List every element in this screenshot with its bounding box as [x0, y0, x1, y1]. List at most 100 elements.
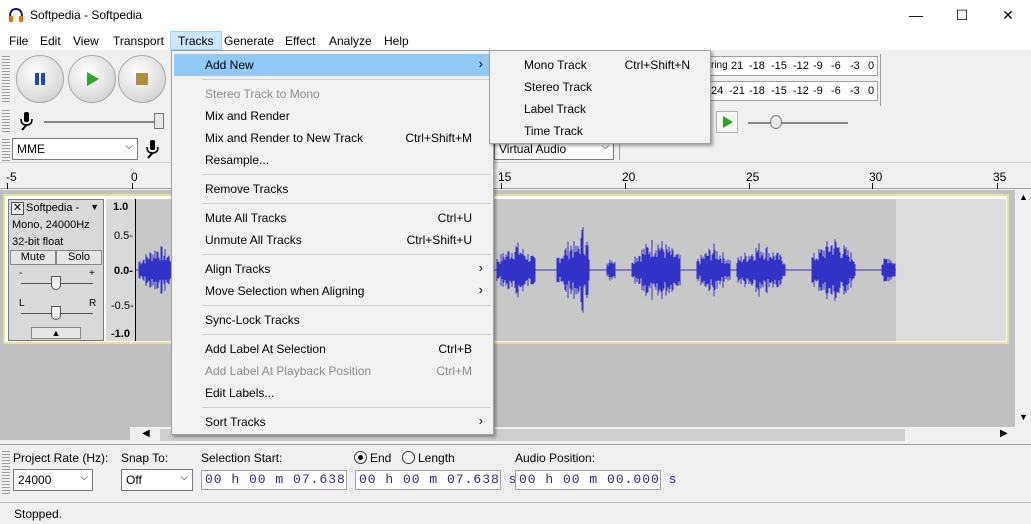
solo-button[interactable]: Solo — [56, 250, 102, 265]
scroll-right-icon[interactable]: ▶ — [1000, 428, 1008, 439]
menu-analyze[interactable]: Analyze — [322, 31, 379, 50]
slider-thumb[interactable] — [154, 113, 164, 129]
menu-item-shortcut: Ctrl+Shift+U — [406, 233, 472, 247]
microphone-icon — [146, 140, 159, 159]
pan-slider-thumb[interactable] — [51, 306, 61, 320]
snap-to-select[interactable]: Off ⌵ — [121, 469, 193, 491]
project-rate-value: 24000 — [18, 473, 52, 487]
scroll-up-icon[interactable]: ▲ — [1019, 192, 1028, 202]
meter-tick: -9 — [813, 85, 823, 97]
menu-item-move-selection-when-aligning[interactable]: Move Selection when Aligning › — [174, 280, 491, 302]
playback-meter[interactable]: 24 -21 -18 -15 -12 -9 -6 -3 0 — [708, 81, 878, 101]
add-new-submenu: Mono Track Ctrl+Shift+N Stereo Track Label … — [489, 50, 711, 144]
audacity-logo-icon — [9, 7, 23, 22]
minimize-button[interactable]: — — [893, 0, 939, 30]
submenu-item-time-track[interactable]: Time Track — [492, 120, 708, 142]
ruler-label: 20 — [622, 170, 636, 184]
maximize-icon: ☐ — [955, 6, 969, 23]
menu-item-label: Remove Tracks — [205, 182, 289, 196]
vertical-scale[interactable]: 1.0 0.5- 0.0- -0.5- -1.0 — [106, 199, 136, 341]
menu-item-shortcut: Ctrl+Shift+N — [624, 58, 690, 72]
timeline-ruler[interactable]: -5 0 5 10 15 20 25 30 35 — [0, 165, 1031, 189]
project-rate-select[interactable]: 24000 ⌵ — [13, 469, 93, 491]
audio-position-field[interactable]: 00 h 00 m 00.000 s — [515, 470, 676, 490]
menu-item-align-tracks[interactable]: Align Tracks › — [174, 258, 491, 280]
length-radio[interactable] — [402, 451, 415, 464]
snap-to-label: Snap To: — [121, 451, 169, 465]
submenu-item-label-track[interactable]: Label Track — [492, 98, 708, 120]
play-button[interactable] — [68, 55, 116, 103]
menu-generate[interactable]: Generate — [217, 31, 281, 50]
selection-start-value: 00 h 00 m 07.638 s — [205, 472, 364, 487]
submenu-arrow-icon: › — [478, 260, 483, 275]
menu-item-sync-lock-tracks[interactable]: Sync-Lock Tracks — [174, 309, 491, 331]
audio-host-value: MME — [17, 142, 45, 156]
pause-button[interactable] — [16, 55, 64, 103]
submenu-item-stereo-track[interactable]: Stereo Track — [492, 76, 708, 98]
project-rate-label: Project Rate (Hz): — [13, 451, 109, 465]
scale-label: 0.0- — [114, 265, 133, 277]
menu-item-mute-all-tracks[interactable]: Mute All Tracks Ctrl+U — [174, 207, 491, 229]
toolbar-grip[interactable] — [2, 137, 10, 161]
recording-volume-slider[interactable] — [44, 121, 162, 123]
vertical-scrollbar[interactable]: ▲ ▼ — [1015, 190, 1031, 440]
mute-button[interactable]: Mute — [10, 250, 56, 265]
toolbar-grip[interactable] — [2, 54, 10, 104]
submenu-item-mono-track[interactable]: Mono Track Ctrl+Shift+N — [492, 54, 708, 76]
menu-item-mix-and-render[interactable]: Mix and Render — [174, 105, 491, 127]
scroll-down-icon[interactable]: ▼ — [1019, 412, 1028, 422]
audio-host-select[interactable]: MME ⌵ — [12, 138, 138, 160]
meter-tick: 24 — [711, 85, 724, 97]
track-name-menu[interactable]: Softpedia - ▼ — [26, 202, 101, 215]
toolbar-grip[interactable] — [2, 449, 10, 495]
menu-item-stereo-track-to-mono: Stereo Track to Mono — [174, 83, 491, 105]
play-at-speed-button[interactable] — [716, 111, 738, 133]
menu-view[interactable]: View — [66, 31, 106, 50]
menu-item-add-label-at-selection[interactable]: Add Label At Selection Ctrl+B — [174, 338, 491, 360]
menu-item-mix-and-render-to-new-track[interactable]: Mix and Render to New Track Ctrl+Shift+M — [174, 127, 491, 149]
ruler-label: 15 — [498, 170, 512, 184]
menu-separator — [202, 334, 491, 335]
menu-file[interactable]: File — [2, 31, 35, 50]
recording-meter[interactable]: ring 21 -18 -15 -12 -9 -6 -3 0 — [708, 56, 878, 76]
menu-item-add-label-at-playback-position: Add Label At Playback Position Ctrl+M — [174, 360, 491, 382]
menu-effect[interactable]: Effect — [278, 31, 322, 50]
slider-thumb[interactable] — [770, 115, 782, 129]
menu-edit[interactable]: Edit — [33, 31, 68, 50]
selection-start-field[interactable]: 00 h 00 m 07.638 s — [201, 470, 362, 490]
track-name: Softpedia - — [26, 202, 80, 214]
end-label: End — [370, 451, 392, 465]
menu-item-unmute-all-tracks[interactable]: Unmute All Tracks Ctrl+Shift+U — [174, 229, 491, 251]
track-control-panel[interactable]: ✕ Softpedia - ▼ Mono, 24000Hz 32-bit flo… — [8, 199, 104, 341]
menu-separator — [202, 174, 491, 175]
stop-button[interactable] — [118, 55, 166, 103]
scroll-left-icon[interactable]: ◀ — [142, 428, 150, 439]
playback-speed-slider[interactable] — [748, 122, 848, 124]
menu-item-edit-labels[interactable]: Edit Labels... — [174, 382, 491, 404]
gain-plus-label: + — [89, 268, 95, 279]
end-radio[interactable] — [354, 451, 367, 464]
tracks-dropdown-menu: Add New › Stereo Track to Mono Mix and Rend… — [171, 50, 494, 435]
menu-item-label: Mix and Render — [205, 109, 290, 123]
meter-tick: -3 — [850, 85, 860, 97]
selection-end-field[interactable]: 00 h 00 m 07.638 s — [355, 470, 516, 490]
close-icon: ✕ — [1002, 6, 1014, 23]
maximize-button[interactable]: ☐ — [939, 0, 985, 30]
toolbar-grip[interactable] — [2, 108, 10, 134]
menu-item-remove-tracks[interactable]: Remove Tracks — [174, 178, 491, 200]
submenu-arrow-icon: › — [478, 282, 483, 297]
gain-slider-thumb[interactable] — [51, 276, 61, 290]
close-button[interactable]: ✕ — [985, 0, 1031, 30]
menu-item-label: Unmute All Tracks — [205, 233, 302, 247]
track-panel[interactable]: ✕ Softpedia - ▼ Mono, 24000Hz 32-bit flo… — [0, 190, 1015, 440]
menu-tracks[interactable]: Tracks — [170, 31, 222, 50]
close-icon: ✕ — [12, 202, 23, 214]
collapse-track-button[interactable]: ▲ — [31, 327, 81, 339]
audio-track[interactable]: ✕ Softpedia - ▼ Mono, 24000Hz 32-bit flo… — [3, 194, 1009, 344]
menu-help[interactable]: Help — [377, 31, 416, 50]
menu-item-resample[interactable]: Resample... — [174, 149, 491, 171]
menu-item-sort-tracks[interactable]: Sort Tracks › — [174, 411, 491, 433]
menu-item-add-new[interactable]: Add New › — [174, 54, 491, 76]
menu-transport[interactable]: Transport — [106, 31, 171, 50]
close-track-button[interactable]: ✕ — [11, 202, 24, 215]
